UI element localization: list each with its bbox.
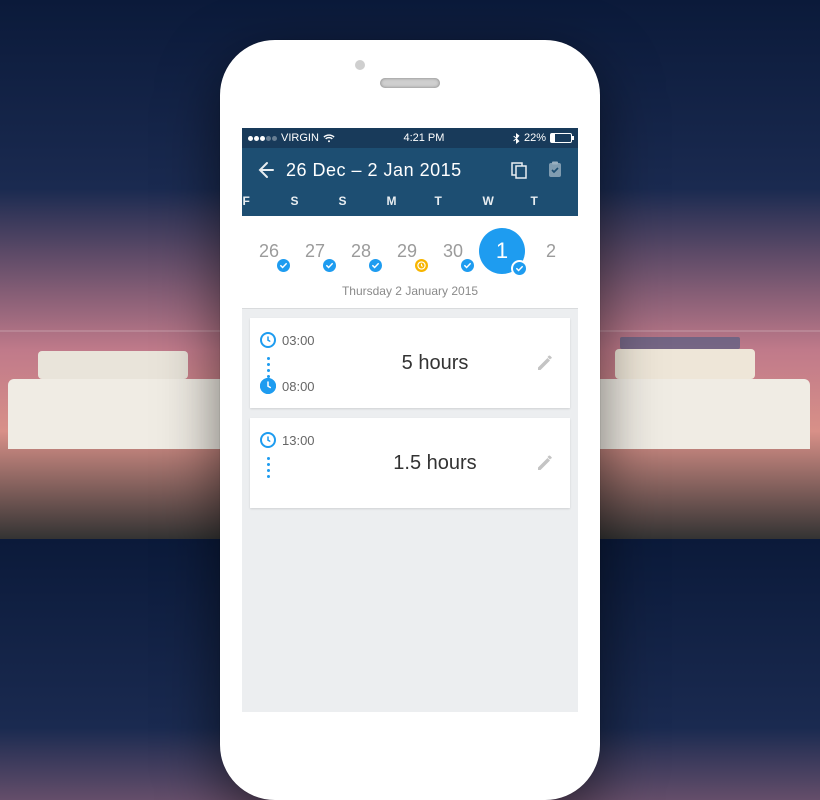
phone-speaker	[380, 78, 440, 88]
date-chip-1[interactable]: 1	[479, 228, 525, 274]
clipboard-button[interactable]	[540, 155, 570, 185]
nav-header: 26 Dec – 2 Jan 2015 F S S M T W T	[242, 148, 578, 216]
pencil-icon	[536, 354, 554, 372]
phone-frame: VIRGIN 4:21 PM 22% 26 Dec – 2 Jan 2015	[220, 40, 600, 800]
clock-badge-icon	[413, 257, 430, 274]
edit-button[interactable]	[530, 332, 560, 394]
date-chip-30[interactable]: 30	[433, 231, 473, 271]
bluetooth-icon	[513, 133, 520, 144]
carrier-label: VIRGIN	[281, 132, 319, 144]
check-badge-icon	[321, 257, 338, 274]
time-entry-card[interactable]: 03:00 08:00 5 hours	[250, 318, 570, 408]
date-chip-27[interactable]: 27	[295, 231, 335, 271]
phone-screen: VIRGIN 4:21 PM 22% 26 Dec – 2 Jan 2015	[242, 128, 578, 712]
date-chip-2[interactable]: 2	[531, 231, 571, 271]
weekday-label: S	[290, 194, 337, 208]
clock-icon	[260, 332, 276, 348]
battery-icon	[550, 133, 572, 143]
weekday-label: T	[434, 194, 481, 208]
check-badge-icon	[367, 257, 384, 274]
page-title: 26 Dec – 2 Jan 2015	[286, 160, 498, 181]
date-chip-28[interactable]: 28	[341, 231, 381, 271]
edit-button[interactable]	[530, 432, 560, 494]
weekday-label: F	[242, 194, 289, 208]
check-badge-icon	[275, 257, 292, 274]
date-chip-29[interactable]: 29	[387, 231, 427, 271]
weekday-label: M	[386, 194, 433, 208]
clipboard-icon	[546, 161, 564, 179]
weekday-label: S	[338, 194, 385, 208]
statusbar-time: 4:21 PM	[403, 132, 444, 144]
background-boat-right	[590, 379, 810, 449]
back-button[interactable]	[250, 155, 280, 185]
signal-dots-icon	[248, 136, 277, 141]
duration-label: 5 hours	[340, 332, 530, 394]
clock-icon	[260, 432, 276, 448]
status-bar: VIRGIN 4:21 PM 22%	[242, 128, 578, 148]
background-boat-left	[8, 379, 248, 449]
time-entry-card[interactable]: 13:00 1.5 hours	[250, 418, 570, 508]
time-connector-icon	[267, 354, 269, 372]
back-arrow-icon	[255, 160, 275, 180]
time-range: 13:00	[260, 432, 340, 494]
duration-label: 1.5 hours	[340, 432, 530, 494]
check-badge-icon	[459, 257, 476, 274]
weekday-label: T	[530, 194, 577, 208]
time-connector-icon	[267, 454, 269, 472]
selected-date-label: Thursday 2 January 2015	[242, 280, 578, 308]
clock-icon	[260, 378, 276, 394]
start-time: 13:00	[282, 433, 315, 448]
copy-button[interactable]	[504, 155, 534, 185]
phone-camera	[355, 60, 365, 70]
start-time: 03:00	[282, 333, 315, 348]
weekday-row: F S S M T W T	[242, 192, 578, 216]
copy-icon	[510, 161, 528, 179]
pencil-icon	[536, 454, 554, 472]
battery-pct: 22%	[524, 132, 546, 144]
time-range: 03:00 08:00	[260, 332, 340, 394]
date-chip-26[interactable]: 26	[249, 231, 289, 271]
date-strip: 262728293012 Thursday 2 January 2015	[242, 216, 578, 308]
weekday-label: W	[482, 194, 529, 208]
wifi-icon	[323, 133, 335, 143]
end-time: 08:00	[282, 379, 315, 394]
entries-list: 03:00 08:00 5 hours 13:00 1.5 hours	[242, 318, 578, 508]
check-badge-icon	[511, 260, 528, 277]
